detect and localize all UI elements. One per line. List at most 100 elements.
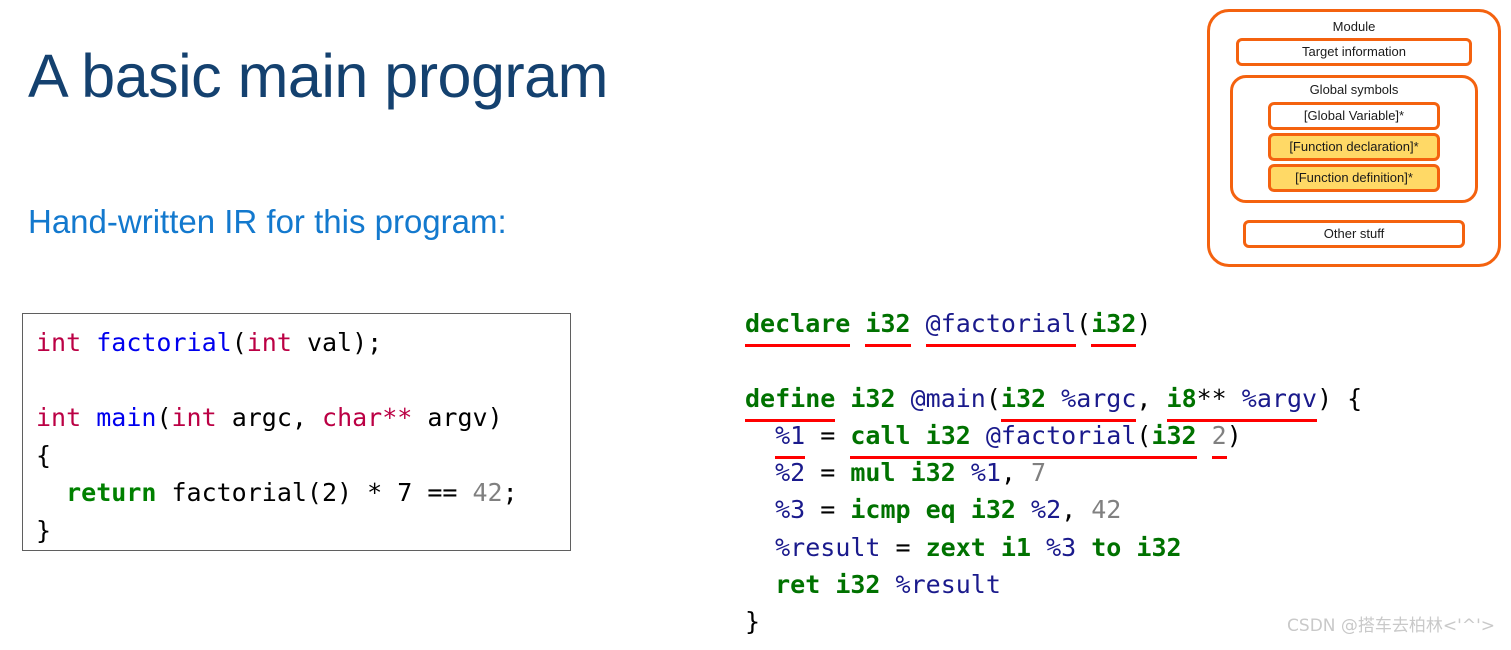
ir-token-comma: , bbox=[1136, 383, 1167, 413]
ir-token-at-main: @main bbox=[910, 383, 986, 413]
ir-token-close-brace: } bbox=[745, 607, 761, 637]
ir-token-to: to bbox=[1091, 532, 1122, 562]
ir-token-reg-result: %result bbox=[895, 570, 1001, 600]
ir-token-operand: %3 bbox=[1046, 532, 1077, 562]
c-token-paren: ( bbox=[156, 403, 172, 432]
module-structure-diagram: Module Target information Global symbols… bbox=[1207, 9, 1501, 267]
ir-token-argc: %argc bbox=[1061, 383, 1137, 413]
ir-indent bbox=[745, 570, 775, 599]
ir-space bbox=[835, 384, 850, 413]
c-token-number-42: 42 bbox=[472, 478, 503, 507]
c-token-paren: ( bbox=[231, 328, 247, 357]
ir-token-argv: %argv bbox=[1241, 383, 1318, 413]
ir-token-at-factorial: @factorial bbox=[925, 305, 1076, 348]
other-stuff-box: Other stuff bbox=[1243, 220, 1465, 248]
ir-space bbox=[1031, 533, 1046, 562]
ir-space bbox=[1046, 384, 1061, 413]
ir-token-stars: ** bbox=[1196, 383, 1227, 413]
llvm-ir-code: declare i32 @factorial(i32) define i32 @… bbox=[745, 305, 1362, 641]
c-source-code: int factorial(int val); int main(int arg… bbox=[36, 324, 518, 549]
c-token-space bbox=[81, 403, 96, 432]
c-token-int: int bbox=[246, 328, 292, 357]
ir-token-number-2: 2 bbox=[1211, 417, 1227, 460]
ir-token-i32: i32 bbox=[850, 383, 896, 413]
page-title: A basic main program bbox=[28, 42, 608, 110]
module-label: Module bbox=[1332, 19, 1376, 34]
c-token-int: int bbox=[36, 403, 82, 432]
c-token-indent bbox=[36, 478, 66, 507]
ir-token-comma: , bbox=[1000, 458, 1032, 488]
ir-token-i32: i32 bbox=[910, 458, 956, 488]
ir-space bbox=[1227, 384, 1242, 413]
ir-token-paren-close: ) bbox=[1226, 420, 1242, 450]
ir-space bbox=[956, 458, 971, 487]
function-definition-box: [Function definition]* bbox=[1268, 164, 1440, 192]
ir-token-i32: i32 bbox=[1151, 420, 1197, 450]
c-token-expression: factorial(2) * 7 == bbox=[156, 478, 473, 507]
ir-line-mul: %2 = mul i32 %1, 7 bbox=[745, 454, 1362, 491]
ir-indent bbox=[745, 421, 775, 450]
c-token-open-brace: { bbox=[36, 440, 52, 470]
ir-token-number-7: 7 bbox=[1031, 458, 1047, 488]
ir-line-declare: declare i32 @factorial(i32) bbox=[745, 305, 1362, 348]
global-symbols-label: Global symbols bbox=[1309, 82, 1399, 97]
c-token-argv: argv) bbox=[412, 403, 503, 432]
csdn-watermark: CSDN @搭车去柏林<'^'> bbox=[1287, 616, 1495, 636]
target-information-box: Target information bbox=[1236, 38, 1472, 66]
global-variable-box: [Global Variable]* bbox=[1268, 102, 1440, 130]
ir-token-assign: = bbox=[805, 420, 851, 450]
ir-space bbox=[1121, 533, 1136, 562]
ir-token-i32: i32 bbox=[970, 495, 1016, 525]
ir-line-ret: ret i32 %result bbox=[745, 566, 1362, 603]
ir-token-define: define bbox=[745, 380, 836, 423]
c-source-code-box: int factorial(int val); int main(int arg… bbox=[22, 313, 571, 551]
c-token-int: int bbox=[36, 328, 82, 357]
c-token-factorial: factorial bbox=[96, 328, 232, 357]
ir-line-define: define i32 @main(i32 %argc, i8** %argv) … bbox=[745, 380, 1363, 423]
ir-token-at-factorial: @factorial bbox=[985, 420, 1137, 450]
slide-subtitle: Hand-written IR for this program: bbox=[28, 203, 507, 240]
ir-token-i32: i32 bbox=[1000, 383, 1047, 413]
global-symbols-items: [Global Variable]* [Function declaration… bbox=[1268, 102, 1440, 192]
ir-space bbox=[971, 421, 986, 450]
c-token-main: main bbox=[96, 403, 157, 432]
ir-token-assign: = bbox=[880, 532, 926, 562]
ir-token-paren-open: ( bbox=[1076, 309, 1092, 338]
ir-token-reg-1: %1 bbox=[775, 417, 806, 460]
ir-token-i32: i32 bbox=[1136, 532, 1182, 562]
c-token-semicolon: ; bbox=[502, 478, 518, 507]
ir-blank-line bbox=[745, 342, 1362, 379]
ir-indent bbox=[745, 495, 775, 524]
ir-indent bbox=[745, 533, 775, 562]
ir-space bbox=[896, 458, 911, 487]
ir-token-paren-open: ( bbox=[1136, 420, 1152, 450]
ir-token-assign: = bbox=[805, 495, 851, 525]
ir-line-call: %1 = call i32 @factorial(i32 2) bbox=[745, 417, 1362, 460]
c-token-char-ptr: char** bbox=[322, 403, 413, 432]
ir-space bbox=[1197, 421, 1212, 450]
ir-token-operand: %2 bbox=[1031, 495, 1062, 525]
c-token-argc: argc, bbox=[216, 403, 323, 432]
ir-token-number-42: 42 bbox=[1091, 495, 1122, 525]
ir-space bbox=[850, 309, 865, 338]
ir-space bbox=[911, 421, 926, 450]
function-declaration-box: [Function declaration]* bbox=[1268, 133, 1440, 161]
ir-token-reg-3: %3 bbox=[775, 495, 806, 525]
ir-token-paren-open: ( bbox=[985, 383, 1001, 413]
ir-param-argv: i8** %argv bbox=[1166, 380, 1318, 423]
ir-indent bbox=[745, 458, 775, 487]
ir-token-i1: i1 bbox=[1000, 532, 1032, 562]
ir-line-icmp: %3 = icmp eq i32 %2, 42 bbox=[745, 491, 1362, 528]
ir-space bbox=[986, 533, 1001, 562]
ir-token-comma: , bbox=[1061, 495, 1092, 525]
ir-call-expression: call i32 @factorial(i32 bbox=[850, 417, 1197, 460]
ir-token-operand: %1 bbox=[970, 458, 1001, 488]
ir-token-icmp-eq: icmp eq bbox=[850, 495, 956, 525]
ir-token-call: call bbox=[850, 420, 911, 450]
ir-space bbox=[1076, 533, 1091, 562]
ir-token-i32: i32 bbox=[835, 570, 881, 600]
ir-token-assign: = bbox=[805, 458, 851, 488]
ir-param-argc: i32 %argc bbox=[1000, 380, 1137, 423]
c-token-int: int bbox=[171, 403, 217, 432]
ir-token-paren-close-brace: ) { bbox=[1317, 383, 1363, 413]
